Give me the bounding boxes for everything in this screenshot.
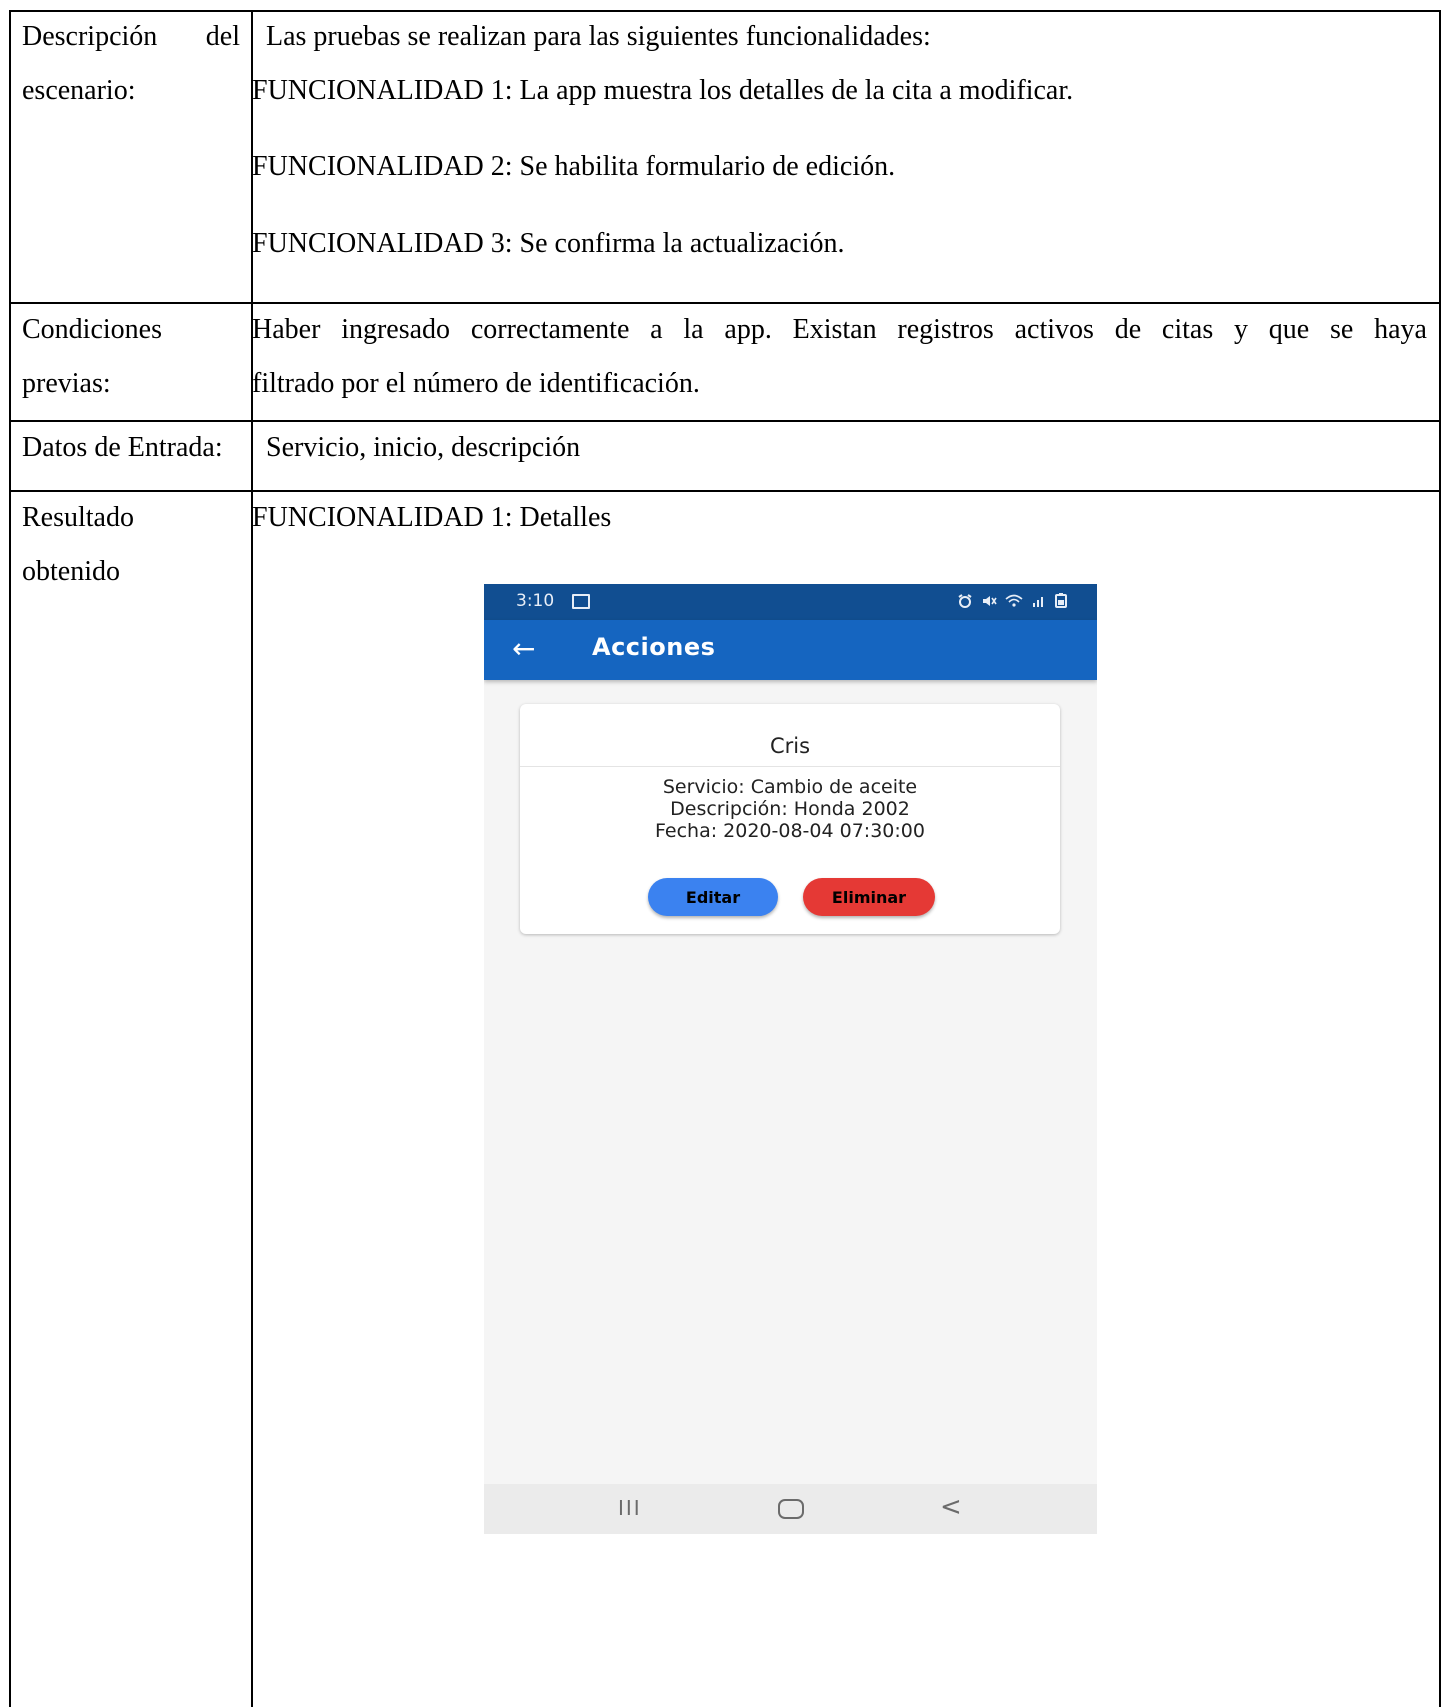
app-bar-title: Acciones: [592, 633, 716, 661]
word: a: [650, 314, 663, 345]
nav-back-icon[interactable]: <: [940, 1492, 962, 1522]
word: ingresado: [341, 314, 451, 345]
descripcion-text: Descripción: Honda 2002: [670, 798, 910, 820]
word: citas: [1161, 314, 1214, 345]
label-descripcion-line1: Descripción del: [22, 20, 240, 54]
system-nav-bar: III <: [484, 1484, 1097, 1534]
back-arrow-icon[interactable]: ←: [512, 634, 535, 664]
row-divider: [9, 420, 1440, 422]
status-bar: 3:10: [484, 584, 1097, 620]
word: registros: [897, 314, 994, 345]
row-divider: [9, 302, 1440, 304]
datos-entrada-value: Servicio, inicio, descripción: [266, 432, 581, 463]
label-word: Descripción: [22, 21, 158, 52]
edit-button[interactable]: Editar: [648, 878, 778, 916]
image-icon: [572, 594, 590, 609]
funcionalidad-item: FUNCIONALIDAD 2: Se habilita formulario …: [252, 151, 896, 182]
signal-icon: [1033, 596, 1043, 607]
row-divider: [9, 490, 1440, 492]
table-border-top: [9, 10, 1440, 12]
test-case-document: Descripción del escenario: Las pruebas s…: [0, 0, 1446, 1707]
condiciones-text-line2: filtrado por el número de identificación…: [252, 368, 700, 399]
word: app.: [724, 314, 772, 345]
label-condiciones-line2: previas:: [22, 368, 111, 399]
client-name: Cris: [769, 734, 811, 758]
descripcion-intro: Las pruebas se realizan para las siguien…: [266, 21, 931, 52]
appointment-card: Cris Servicio: Cambio de aceite Descripc…: [520, 704, 1060, 934]
word: que: [1268, 314, 1310, 345]
delete-button[interactable]: Eliminar: [803, 878, 935, 916]
servicio-text: Servicio: Cambio de aceite: [662, 776, 918, 798]
word: y: [1234, 314, 1249, 345]
word: se: [1330, 314, 1354, 345]
funcionalidad-item: FUNCIONALIDAD 3: Se confirma la actualiz…: [252, 228, 845, 259]
status-time: 3:10: [516, 591, 555, 611]
funcionalidad-item: FUNCIONALIDAD 1: La app muestra los deta…: [252, 75, 1074, 106]
label-resultado-line1: Resultado: [22, 502, 134, 533]
fecha-text: Fecha: 2020-08-04 07:30:00: [655, 820, 925, 842]
word: Existan: [792, 314, 877, 345]
table-border-right: [1439, 10, 1441, 1707]
mute-icon: [983, 595, 997, 606]
label-descripcion-line2: escenario:: [22, 75, 136, 106]
app-bar: ← Acciones: [484, 620, 1097, 680]
phone-screenshot: 3:10 ← Acciones Cris Servicio: Cambio de…: [484, 584, 1097, 1534]
condiciones-text-line1: Haber ingresado correctamente a la app. …: [252, 313, 1427, 347]
status-icons: [957, 593, 1067, 608]
label-condiciones-line1: Condiciones: [22, 314, 162, 345]
home-icon[interactable]: [778, 1499, 804, 1519]
label-resultado-line2: obtenido: [22, 556, 120, 587]
label-word: del: [205, 21, 240, 52]
word: la: [683, 314, 704, 345]
word: correctamente: [470, 314, 630, 345]
resultado-heading: FUNCIONALIDAD 1: Detalles: [252, 502, 612, 533]
alarm-icon: [958, 593, 972, 608]
battery-icon: [1055, 593, 1067, 608]
recent-apps-icon[interactable]: III: [618, 1496, 642, 1520]
label-datos-entrada: Datos de Entrada:: [22, 432, 223, 463]
word: haya: [1374, 314, 1427, 345]
column-divider: [251, 10, 253, 1707]
word: activos: [1014, 314, 1094, 345]
table-border-left: [9, 10, 11, 1707]
word: Haber: [252, 314, 321, 345]
card-divider: [520, 766, 1060, 767]
word: de: [1114, 314, 1142, 345]
wifi-icon: [1005, 594, 1023, 607]
